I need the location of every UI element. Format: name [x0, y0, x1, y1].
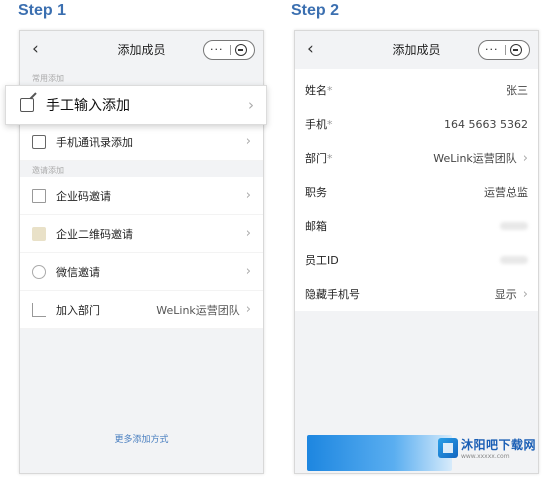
capsule-divider	[230, 45, 231, 55]
field-value[interactable]: 张三	[506, 82, 528, 98]
field-label: 员工ID	[305, 254, 339, 267]
field-value: 显示	[494, 288, 517, 301]
member-form: 姓名* 张三 手机* 164 5663 5362 部门* WeLink运营团队 …	[295, 69, 538, 311]
more-add-methods-link[interactable]: 更多添加方式	[20, 432, 263, 445]
watermark-name: 沐阳吧下载网	[460, 438, 536, 452]
list-item-join-dept[interactable]: 加入部门 WeLink运营团队 ›	[20, 291, 263, 329]
nav-bar: ‹ 添加成员 ···	[20, 31, 263, 69]
building-code-icon	[32, 188, 46, 203]
chevron-right-icon: ›	[248, 96, 254, 114]
org-tree-icon	[32, 302, 46, 317]
employee-id-placeholder[interactable]	[500, 256, 528, 264]
step-2-label: Step 2	[291, 2, 340, 19]
chevron-right-icon: ›	[245, 188, 251, 203]
field-label: 姓名*	[305, 84, 333, 97]
chevron-right-icon: ›	[245, 226, 251, 241]
list-item-qr-code[interactable]: 企业二维码邀请 ›	[20, 215, 263, 253]
wechat-icon	[32, 264, 46, 279]
watermark-logo-icon	[437, 438, 458, 458]
form-row-department[interactable]: 部门* WeLink运营团队 ›	[295, 141, 538, 175]
manual-add-label: 手工输入添加	[46, 98, 130, 114]
list-item-phone-contacts[interactable]: 手机通讯录添加 ›	[20, 123, 263, 161]
list-item-value: WeLink运营团队	[156, 303, 240, 317]
close-circle-icon[interactable]	[235, 44, 247, 56]
field-value: WeLink运营团队	[433, 152, 517, 165]
form-row-name[interactable]: 姓名* 张三	[295, 73, 538, 107]
field-value[interactable]: 运营总监	[484, 184, 528, 200]
form-row-phone[interactable]: 手机* 164 5663 5362	[295, 107, 538, 141]
phone-screen-step-2: ‹ 添加成员 ··· 姓名* 张三 手机* 164 5663 5362 部门* …	[294, 30, 539, 474]
capsule-divider	[505, 45, 506, 55]
field-value[interactable]: 164 5663 5362	[444, 118, 528, 131]
manual-add-highlight[interactable]: 手工输入添加 ›	[5, 85, 267, 125]
step-1-label: Step 1	[18, 2, 67, 19]
section-label-invite: 邀请添加	[32, 166, 64, 175]
edit-document-icon	[20, 98, 34, 112]
list-item-label: 企业二维码邀请	[56, 227, 133, 241]
qr-code-icon	[32, 226, 46, 241]
form-row-employee-id[interactable]: 员工ID	[295, 243, 538, 277]
chevron-right-icon: ›	[522, 150, 528, 166]
field-label: 手机*	[305, 118, 333, 131]
chevron-right-icon: ›	[522, 286, 528, 302]
field-label: 隐藏手机号	[305, 288, 360, 301]
phone-contacts-icon	[32, 134, 46, 149]
list-item-enterprise-code[interactable]: 企业码邀请 ›	[20, 177, 263, 215]
nav-bar: ‹ 添加成员 ···	[295, 31, 538, 69]
field-label: 部门*	[305, 152, 333, 165]
form-row-email[interactable]: 邮箱	[295, 209, 538, 243]
chevron-right-icon: ›	[245, 134, 251, 149]
more-dots-icon[interactable]: ···	[210, 43, 224, 57]
watermark-url: www.xxxxx.com	[460, 453, 510, 460]
field-label: 邮箱	[305, 220, 327, 233]
chevron-right-icon: ›	[245, 264, 251, 279]
list-item-label: 微信邀请	[56, 265, 100, 279]
mini-program-capsule[interactable]: ···	[478, 40, 530, 60]
list-item-label: 加入部门	[56, 303, 100, 317]
more-dots-icon[interactable]: ···	[485, 43, 499, 57]
site-watermark: 沐阳吧下载网 www.xxxxx.com	[437, 436, 536, 460]
section-label-common: 常用添加	[32, 74, 64, 83]
list-item-label: 手机通讯录添加	[56, 135, 133, 149]
list-item-label: 企业码邀请	[56, 189, 111, 203]
field-label: 职务	[305, 186, 327, 199]
save-button[interactable]	[307, 435, 452, 471]
form-row-hide-phone[interactable]: 隐藏手机号 显示 ›	[295, 277, 538, 311]
mini-program-capsule[interactable]: ···	[203, 40, 255, 60]
chevron-right-icon: ›	[245, 302, 251, 317]
email-placeholder[interactable]	[500, 222, 528, 230]
invite-add-list: 企业码邀请 › 企业二维码邀请 › 微信邀请 › 加入部门 WeLink运营团队…	[20, 177, 263, 329]
form-row-title[interactable]: 职务 运营总监	[295, 175, 538, 209]
close-circle-icon[interactable]	[510, 44, 522, 56]
list-item-wechat[interactable]: 微信邀请 ›	[20, 253, 263, 291]
